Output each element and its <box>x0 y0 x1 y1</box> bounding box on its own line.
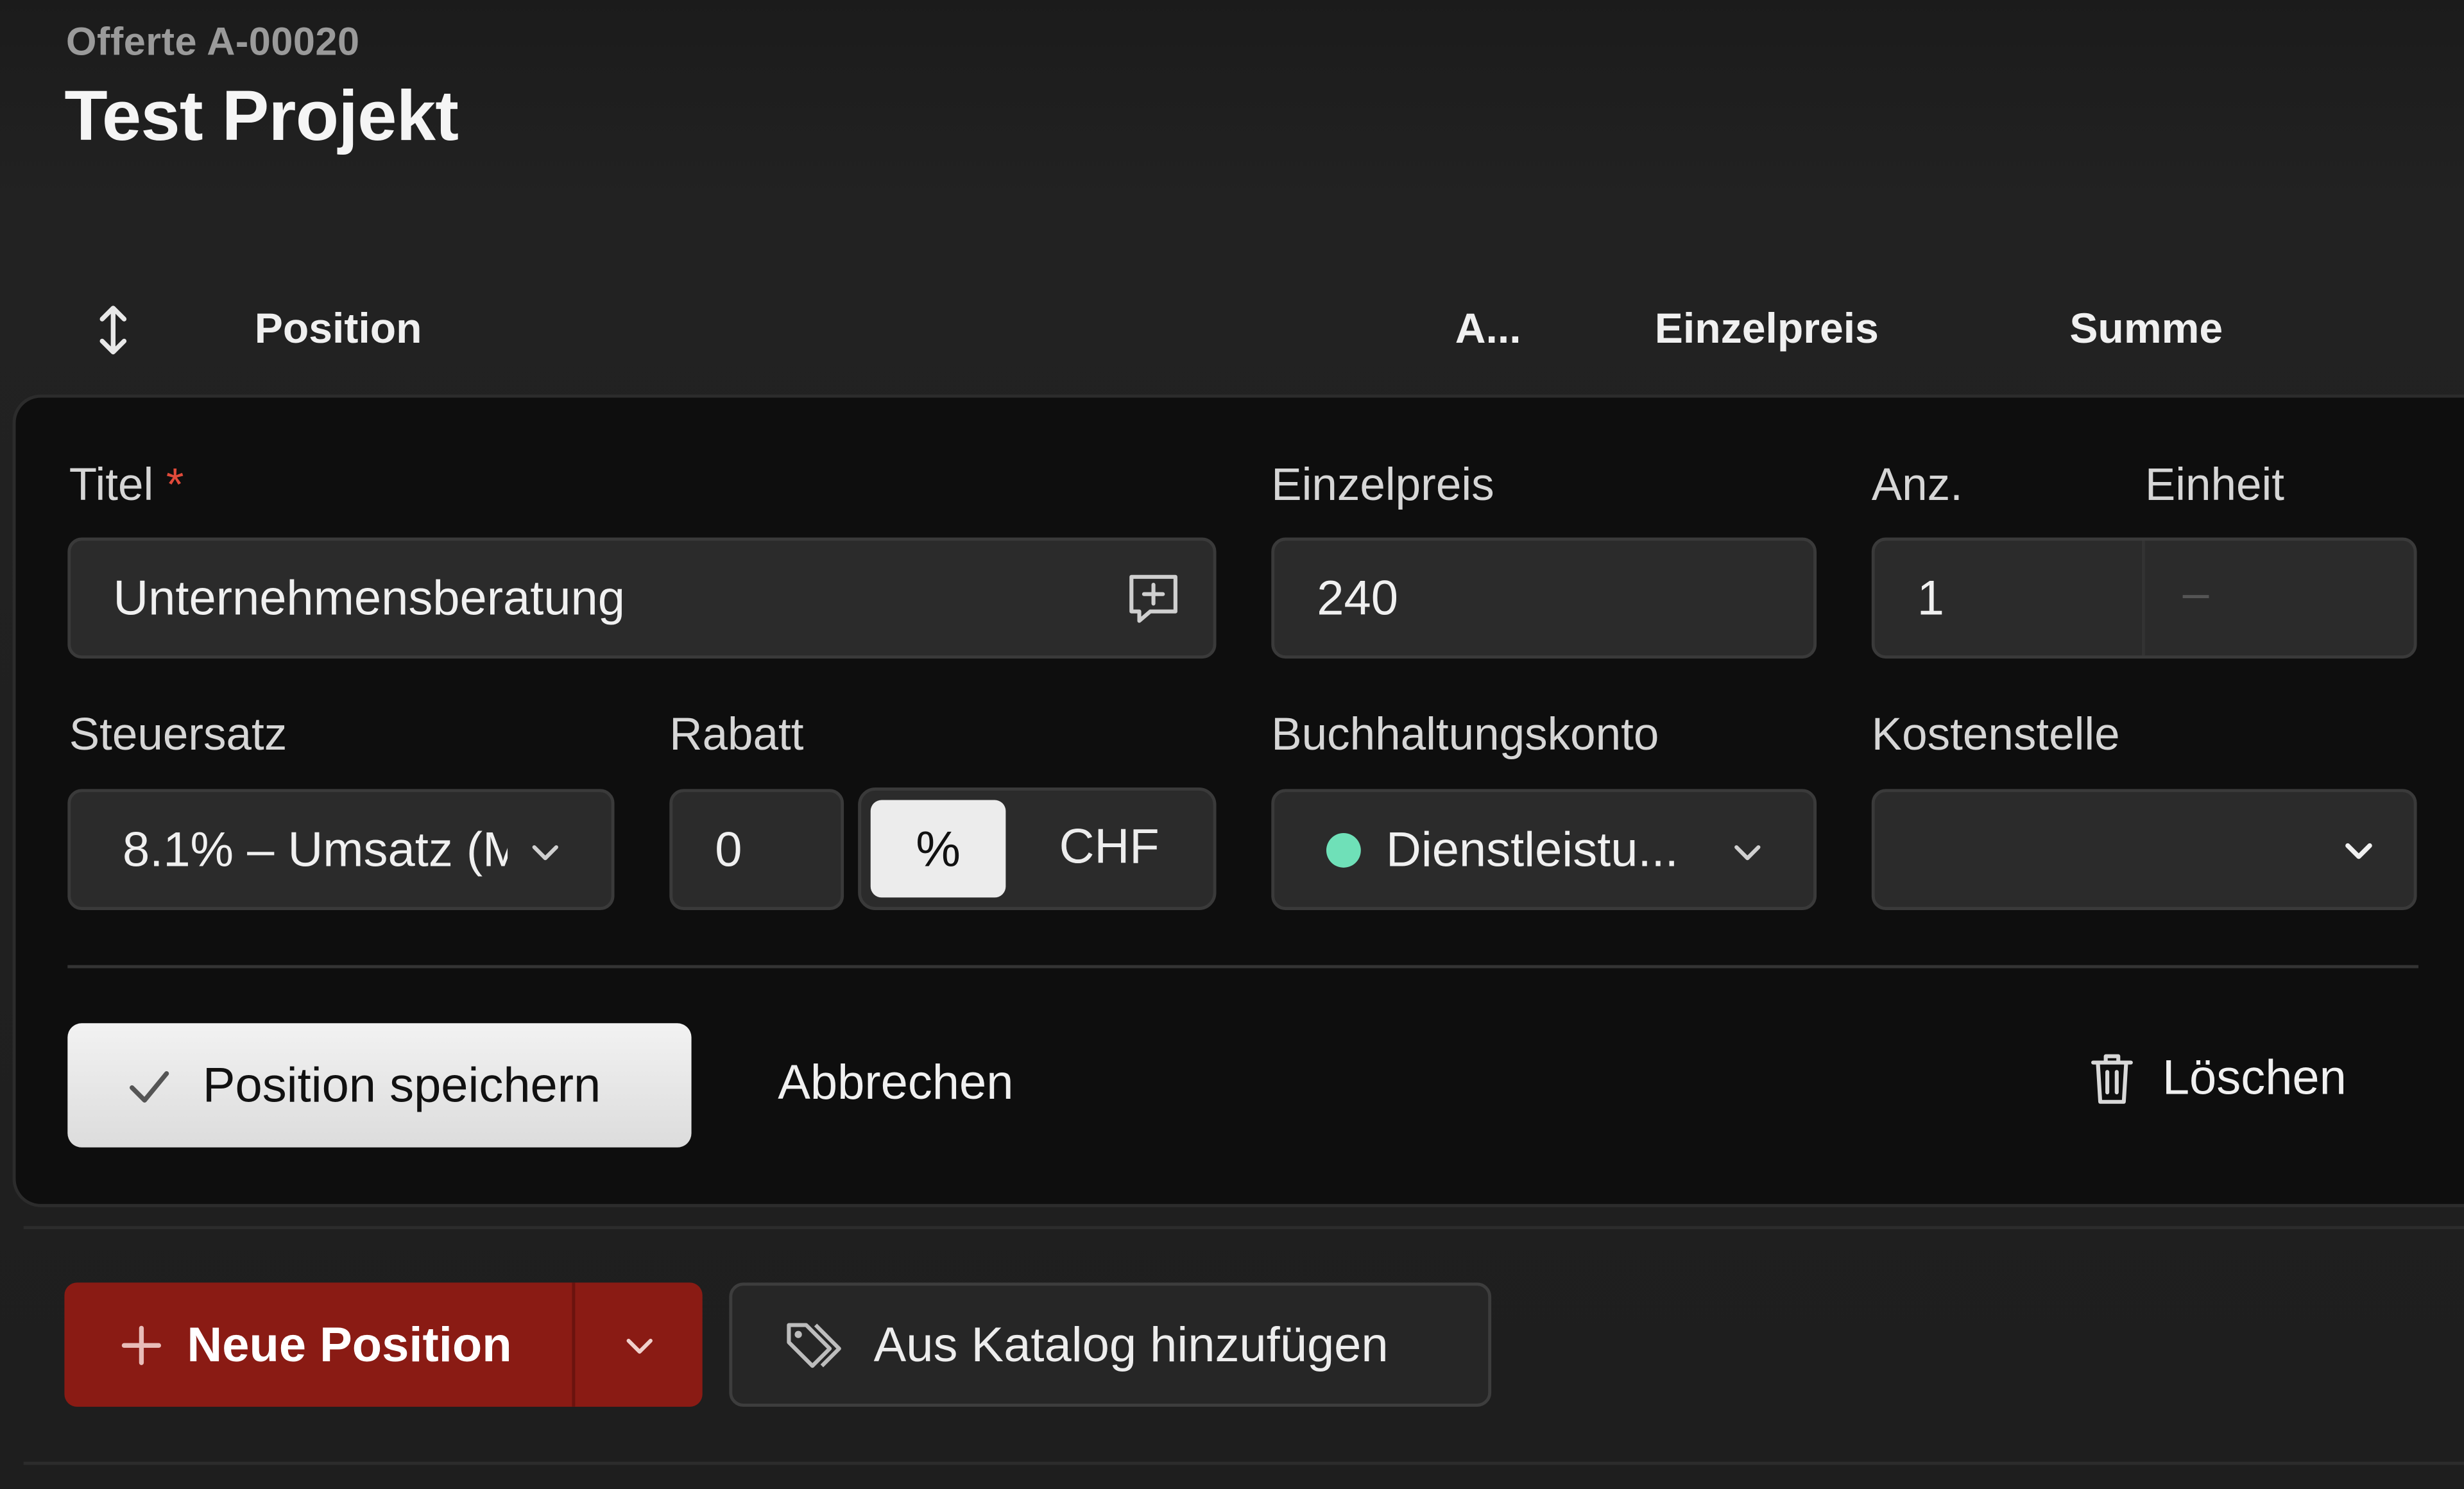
required-marker: * <box>166 460 184 511</box>
new-position-button[interactable]: Neue Position <box>64 1282 572 1406</box>
new-position-split-button: Neue Position <box>64 1282 703 1407</box>
title-label: Titel * <box>69 461 184 513</box>
chevron-down-icon <box>626 1338 652 1353</box>
quantity-value[interactable]: 1 <box>1875 570 1944 626</box>
title-label-text: Titel <box>69 460 154 511</box>
account-value: Dienstleistu... <box>1386 821 1679 877</box>
trash-icon <box>2091 1054 2133 1104</box>
cost-center-select[interactable] <box>1871 789 2417 910</box>
delete-button[interactable]: Löschen <box>2089 1050 2347 1106</box>
chevron-down-icon <box>532 845 559 861</box>
discount-input[interactable]: 0 <box>669 789 844 910</box>
unit-price-input[interactable]: 240 <box>1271 537 1817 659</box>
new-position-label: Neue Position <box>187 1316 512 1372</box>
tags-icon <box>787 1322 841 1368</box>
new-position-dropdown-button[interactable] <box>575 1282 702 1406</box>
plus-icon <box>121 1325 162 1364</box>
tax-rate-label: Steuersatz <box>69 710 287 761</box>
unit-price-value: 240 <box>1317 569 1398 625</box>
bottom-divider <box>23 1461 2464 1465</box>
discount-mode-chf[interactable]: CHF <box>1059 819 1159 875</box>
discount-mode-percent[interactable]: % <box>870 800 1006 898</box>
offer-editor-page: Offerte A-00020 Test Projekt Position A.… <box>0 0 2464 1489</box>
column-header-unit-price[interactable]: Einzelpreis <box>1655 305 1879 354</box>
cost-center-label: Kostenstelle <box>1871 710 2120 761</box>
title-input[interactable]: Unternehmensberatung <box>67 537 1217 659</box>
comment-plus-icon[interactable] <box>1125 571 1181 627</box>
column-header-quantity[interactable]: A... <box>1455 305 1521 354</box>
quantity-unit-field[interactable]: 1 – <box>1871 537 2417 659</box>
column-header-position[interactable]: Position <box>255 305 422 354</box>
discount-mode-toggle[interactable]: % CHF <box>858 787 1217 910</box>
unit-value[interactable]: – <box>2183 567 2209 621</box>
discount-value: 0 <box>715 821 742 877</box>
section-divider <box>23 1226 2464 1230</box>
unit-price-label: Einzelpreis <box>1271 460 1494 511</box>
chevron-down-icon <box>1734 845 1761 861</box>
account-select[interactable]: Dienstleistu... <box>1271 789 1817 910</box>
unit-label: Einheit <box>2144 460 2285 511</box>
page-title: Test Projekt <box>64 75 459 156</box>
tax-rate-value: 8.1% – Umsatz (M <box>123 821 508 877</box>
account-label: Buchhaltungskonto <box>1271 710 1659 761</box>
save-position-button[interactable]: Position speichern <box>67 1023 692 1148</box>
add-from-catalog-button[interactable]: Aus Katalog hinzufügen <box>729 1282 1492 1407</box>
chevron-down-icon <box>2345 843 2372 859</box>
check-icon <box>130 1070 169 1102</box>
delete-label: Löschen <box>2162 1049 2347 1105</box>
cancel-button[interactable]: Abbrechen <box>778 1054 1013 1111</box>
discount-label: Rabatt <box>669 710 804 761</box>
column-header-total[interactable]: Summe <box>2069 305 2223 354</box>
tax-rate-select[interactable]: 8.1% – Umsatz (M <box>67 789 615 910</box>
save-position-label: Position speichern <box>202 1056 601 1112</box>
field-divider <box>2141 540 2145 656</box>
vertical-arrows-icon[interactable] <box>91 298 135 361</box>
document-number: Offerte A-00020 <box>65 20 360 65</box>
form-divider <box>67 965 2419 968</box>
title-input-value: Unternehmensberatung <box>113 569 626 625</box>
quantity-label: Anz. <box>1871 460 1963 511</box>
add-from-catalog-label: Aus Katalog hinzufügen <box>873 1316 1389 1372</box>
account-status-dot <box>1326 832 1361 867</box>
